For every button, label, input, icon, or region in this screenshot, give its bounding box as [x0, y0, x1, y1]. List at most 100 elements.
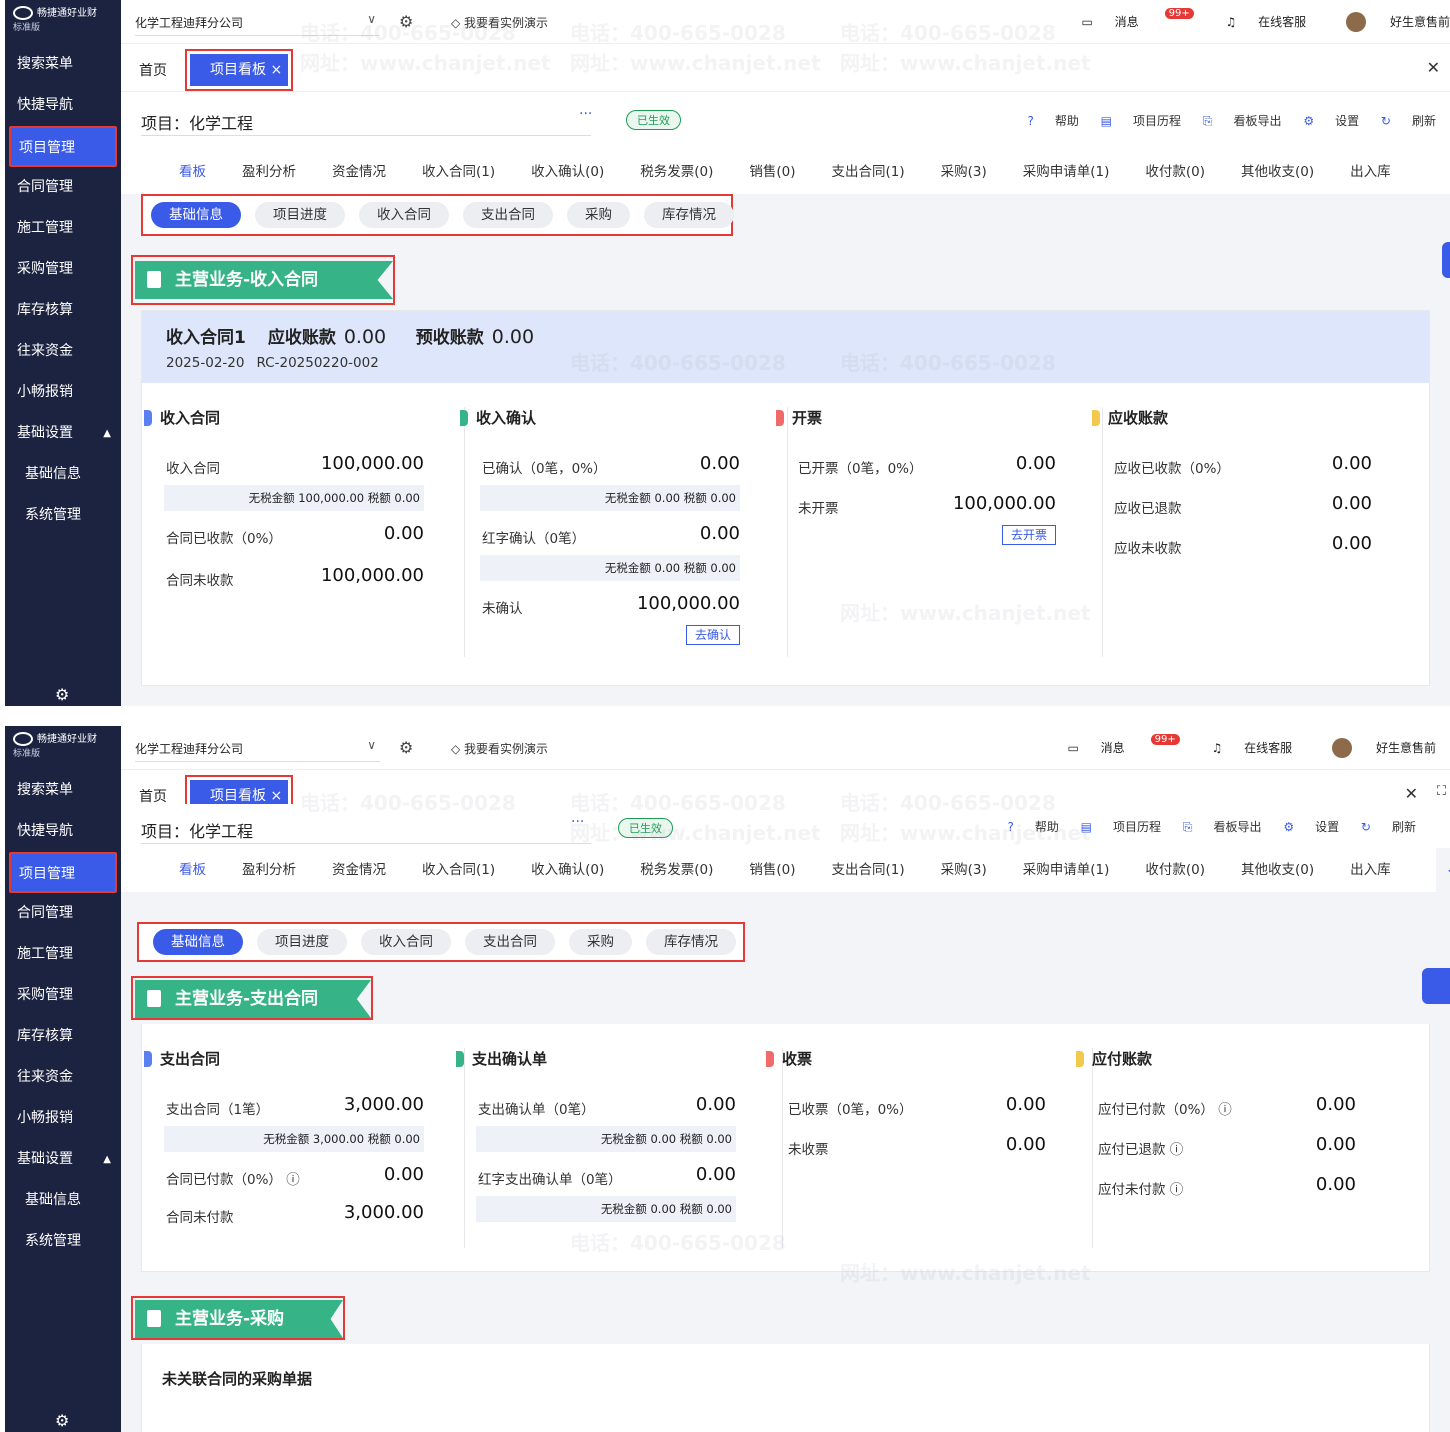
confirm-button[interactable]: 去确认	[685, 625, 740, 645]
tab-funds[interactable]: 资金情况	[332, 150, 386, 194]
export-button[interactable]: ⎘ 看板导出	[1183, 820, 1262, 834]
pill-progress[interactable]: 项目进度	[257, 929, 347, 955]
gear-icon[interactable]: ⚙	[55, 1411, 69, 1430]
history-button[interactable]: ▤ 项目历程	[1101, 114, 1181, 128]
sidebar-item-inventory[interactable]: 库存核算	[5, 1016, 121, 1057]
pill-expense[interactable]: 支出合同	[465, 929, 555, 955]
invoice-button[interactable]: 去开票	[1001, 525, 1056, 545]
tab-other[interactable]: 其他收支(0)	[1241, 150, 1314, 194]
sidebar-item-construction[interactable]: 施工管理	[5, 208, 121, 249]
sidebar-item-contract[interactable]: 合同管理	[5, 893, 121, 934]
tab-home[interactable]: 首页	[139, 786, 167, 806]
sidebar-item-quicknav[interactable]: 快捷导航	[5, 811, 121, 852]
tab-payments[interactable]: 收付款(0)	[1145, 150, 1205, 194]
refresh-button[interactable]: ↻ 刷新	[1381, 114, 1436, 128]
pill-progress[interactable]: 项目进度	[255, 202, 345, 228]
tab-expense-contract[interactable]: 支出合同(1)	[832, 848, 905, 892]
tab-purchase[interactable]: 采购(3)	[941, 150, 987, 194]
tab-stock[interactable]: 出入库	[1350, 150, 1391, 194]
sidebar-item-inventory[interactable]: 库存核算	[5, 290, 121, 331]
tab-income-confirm[interactable]: 收入确认(0)	[531, 150, 604, 194]
close-all-icon[interactable]: ✕	[1405, 784, 1418, 803]
sidebar-item-contract[interactable]: 合同管理	[5, 167, 121, 208]
pill-purchase[interactable]: 采购	[569, 929, 632, 955]
settings-button[interactable]: ⚙ 设置	[1303, 114, 1359, 128]
chat-icon: ▭	[1067, 740, 1083, 755]
sidebar-item-basic-info[interactable]: 基础信息	[5, 454, 121, 495]
company-select[interactable]: 化学工程迪拜分公司 ∨	[135, 738, 380, 762]
close-icon[interactable]: ×	[270, 62, 282, 78]
tab-purchase-request[interactable]: 采购申请单(1)	[1023, 848, 1110, 892]
close-icon[interactable]: ×	[270, 788, 282, 804]
sidebar-item-purchase[interactable]: 采购管理	[5, 249, 121, 290]
help-button[interactable]: ? 帮助	[1007, 820, 1058, 834]
sidebar-item-search[interactable]: 搜索菜单	[5, 770, 121, 811]
sidebar-item-funds[interactable]: 往来资金	[5, 331, 121, 372]
gear-icon[interactable]: ⚙	[399, 12, 413, 31]
tab-expense-contract[interactable]: 支出合同(1)	[832, 150, 905, 194]
sidebar-item-system[interactable]: 系统管理	[5, 495, 121, 536]
tab-project-board[interactable]: 项目看板 ×	[185, 49, 293, 91]
tab-payments[interactable]: 收付款(0)	[1145, 848, 1205, 892]
tab-funds[interactable]: 资金情况	[332, 848, 386, 892]
sidebar-item-project[interactable]: 项目管理	[9, 852, 117, 893]
more-icon[interactable]: ···	[571, 814, 584, 830]
tab-invoice[interactable]: 税务发票(0)	[640, 150, 713, 194]
help-button[interactable]: ? 帮助	[1027, 114, 1078, 128]
gear-icon[interactable]: ⚙	[55, 685, 69, 704]
service-button[interactable]: ♫ 在线客服	[1194, 741, 1293, 755]
demo-link[interactable]: ◇ 我要看实例演示	[451, 14, 548, 31]
tab-other[interactable]: 其他收支(0)	[1241, 848, 1314, 892]
tab-profit[interactable]: 盈利分析	[242, 848, 296, 892]
tab-purchase[interactable]: 采购(3)	[941, 848, 987, 892]
messages-button[interactable]: ▭ 消息99+	[1049, 733, 1180, 755]
tab-board[interactable]: 看板	[179, 848, 206, 892]
more-icon[interactable]: ···	[579, 106, 592, 122]
tab-invoice[interactable]: 税务发票(0)	[640, 848, 713, 892]
close-all-icon[interactable]: ✕	[1427, 58, 1440, 77]
tab-sales[interactable]: 销售(0)	[749, 848, 795, 892]
tab-board[interactable]: 看板	[179, 150, 206, 194]
tab-income-contract[interactable]: 收入合同(1)	[422, 848, 495, 892]
sidebar-item-purchase[interactable]: 采购管理	[5, 975, 121, 1016]
sidebar-item-settings[interactable]: 基础设置 ▲	[5, 1139, 121, 1180]
pill-basic[interactable]: 基础信息	[153, 929, 243, 955]
sidebar-item-quicknav[interactable]: 快捷导航	[5, 85, 121, 126]
pill-inventory[interactable]: 库存情况	[646, 929, 736, 955]
service-button[interactable]: ♫ 在线客服	[1208, 15, 1307, 29]
fullscreen-icon[interactable]: ⛶	[1437, 784, 1446, 799]
pill-inventory[interactable]: 库存情况	[644, 202, 734, 228]
sidebar-item-expense[interactable]: 小畅报销	[5, 372, 121, 413]
company-select[interactable]: 化学工程迪拜分公司 ∨	[135, 12, 380, 36]
sidebar-item-search[interactable]: 搜索菜单	[5, 44, 121, 85]
tab-profit[interactable]: 盈利分析	[242, 150, 296, 194]
pill-income[interactable]: 收入合同	[361, 929, 451, 955]
note-icon[interactable]	[1422, 968, 1450, 1004]
tab-income-contract[interactable]: 收入合同(1)	[422, 150, 495, 194]
sidebar-item-basic-info[interactable]: 基础信息	[5, 1180, 121, 1221]
sidebar-item-settings[interactable]: 基础设置 ▲	[5, 413, 121, 454]
tab-sales[interactable]: 销售(0)	[749, 150, 795, 194]
refresh-button[interactable]: ↻ 刷新	[1361, 820, 1416, 834]
pill-purchase[interactable]: 采购	[567, 202, 630, 228]
tab-home[interactable]: 首页	[139, 60, 167, 80]
user-menu[interactable]: 好生意售前	[1314, 738, 1436, 758]
pill-expense[interactable]: 支出合同	[463, 202, 553, 228]
sidebar-item-funds[interactable]: 往来资金	[5, 1057, 121, 1098]
demo-link[interactable]: ◇ 我要看实例演示	[451, 740, 548, 757]
user-menu[interactable]: 好生意售前	[1328, 12, 1450, 32]
settings-button[interactable]: ⚙ 设置	[1283, 820, 1339, 834]
pill-basic[interactable]: 基础信息	[151, 202, 241, 228]
gear-icon[interactable]: ⚙	[399, 738, 413, 757]
sidebar-item-construction[interactable]: 施工管理	[5, 934, 121, 975]
messages-button[interactable]: ▭ 消息99+	[1063, 7, 1194, 29]
sidebar-item-expense[interactable]: 小畅报销	[5, 1098, 121, 1139]
sidebar-item-system[interactable]: 系统管理	[5, 1221, 121, 1262]
sidebar-item-project[interactable]: 项目管理	[9, 126, 117, 167]
tab-stock[interactable]: 出入库	[1350, 848, 1391, 892]
history-button[interactable]: ▤ 项目历程	[1081, 820, 1161, 834]
export-button[interactable]: ⎘ 看板导出	[1203, 114, 1282, 128]
tab-income-confirm[interactable]: 收入确认(0)	[531, 848, 604, 892]
tab-purchase-request[interactable]: 采购申请单(1)	[1023, 150, 1110, 194]
pill-income[interactable]: 收入合同	[359, 202, 449, 228]
